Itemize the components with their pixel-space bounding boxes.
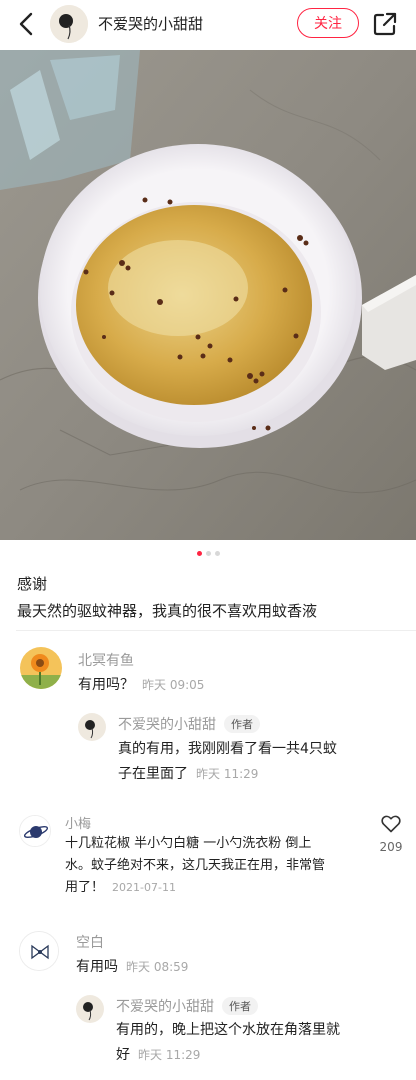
comment-line: 用了！ 2021-07-11 xyxy=(65,877,325,899)
top-bar: 不爱哭的小甜甜 关注 xyxy=(0,0,416,48)
author-tag: 作者 xyxy=(222,997,258,1015)
reply-author-name[interactable]: 不爱哭的小甜甜 作者 xyxy=(116,996,258,1016)
comment-time: 昨天 09:05 xyxy=(142,678,205,692)
carousel-dot-active[interactable] xyxy=(196,551,202,556)
author-tag: 作者 xyxy=(224,715,260,733)
commenter-name[interactable]: 小梅 xyxy=(65,813,91,832)
commenter-name[interactable]: 北冥有鱼 xyxy=(78,650,134,670)
carousel-indicator xyxy=(0,551,416,556)
reply-author-name[interactable]: 不爱哭的小甜甜 作者 xyxy=(118,714,260,734)
reply-time: 昨天 11:29 xyxy=(196,767,259,781)
reply-line: 真的有用，我刚刚看了看一共4只蚊 xyxy=(118,741,337,757)
like-count: 209 xyxy=(379,840,403,854)
reply-text: 真的有用，我刚刚看了看一共4只蚊 子在里面了 昨天 11:29 xyxy=(118,737,337,787)
carousel-dot[interactable] xyxy=(205,551,211,556)
author-name[interactable]: 不爱哭的小甜甜 xyxy=(98,13,203,34)
comment-time: 2021-07-11 xyxy=(112,881,176,894)
share-icon[interactable] xyxy=(372,11,398,37)
comment-content: 有用吗 xyxy=(76,959,118,975)
note-title: 感谢 xyxy=(17,575,48,593)
comment-text: 有用吗 昨天 08:59 xyxy=(76,955,188,980)
reply-line-text: 子在里面了 xyxy=(118,766,188,782)
author-avatar[interactable] xyxy=(78,713,106,741)
note-photo[interactable] xyxy=(0,50,416,540)
comment-line: 水。蚊子绝对不来，这几天我正在用，非常管 xyxy=(65,858,326,873)
reply-name[interactable]: 不爱哭的小甜甜 xyxy=(118,717,216,733)
comment-content: 有用吗？ xyxy=(78,677,134,693)
carousel-dot[interactable] xyxy=(214,551,220,556)
note-body: 最天然的驱蚊神器，我真的很不喜欢用蚊香液 xyxy=(17,602,318,620)
chevron-left-icon[interactable] xyxy=(14,11,40,37)
reply-line: 有用的，晚上把这个水放在角落里就 xyxy=(116,1022,340,1038)
author-avatar[interactable] xyxy=(76,995,104,1023)
comment-line-text: 用了！ xyxy=(65,880,105,895)
comment-time: 昨天 08:59 xyxy=(126,960,189,974)
reply-line-text: 好 xyxy=(116,1047,130,1063)
comment-text: 有用吗？ 昨天 09:05 xyxy=(78,673,204,698)
like-button[interactable]: 209 xyxy=(376,815,406,854)
commenter-avatar[interactable] xyxy=(19,931,59,971)
author-avatar[interactable] xyxy=(50,5,88,43)
heart-icon[interactable] xyxy=(381,815,401,833)
reply-line: 子在里面了 昨天 11:29 xyxy=(118,762,337,787)
divider xyxy=(16,630,416,631)
reply-text: 有用的，晚上把这个水放在角落里就 好昨天 11:29 xyxy=(116,1018,340,1068)
reply-name[interactable]: 不爱哭的小甜甜 xyxy=(116,999,214,1015)
commenter-avatar[interactable] xyxy=(19,815,51,847)
commenter-avatar[interactable] xyxy=(20,647,62,689)
reply-line: 好昨天 11:29 xyxy=(116,1043,340,1068)
commenter-name[interactable]: 空白 xyxy=(76,932,104,952)
comment-text: 十几粒花椒 半小勺白糖 一小勺洗衣粉 倒上 水。蚊子绝对不来，这几天我正在用，非… xyxy=(65,833,325,899)
follow-button[interactable]: 关注 xyxy=(297,8,359,38)
comment-line: 十几粒花椒 半小勺白糖 一小勺洗衣粉 倒上 xyxy=(65,836,312,851)
reply-time: 昨天 11:29 xyxy=(138,1048,201,1062)
